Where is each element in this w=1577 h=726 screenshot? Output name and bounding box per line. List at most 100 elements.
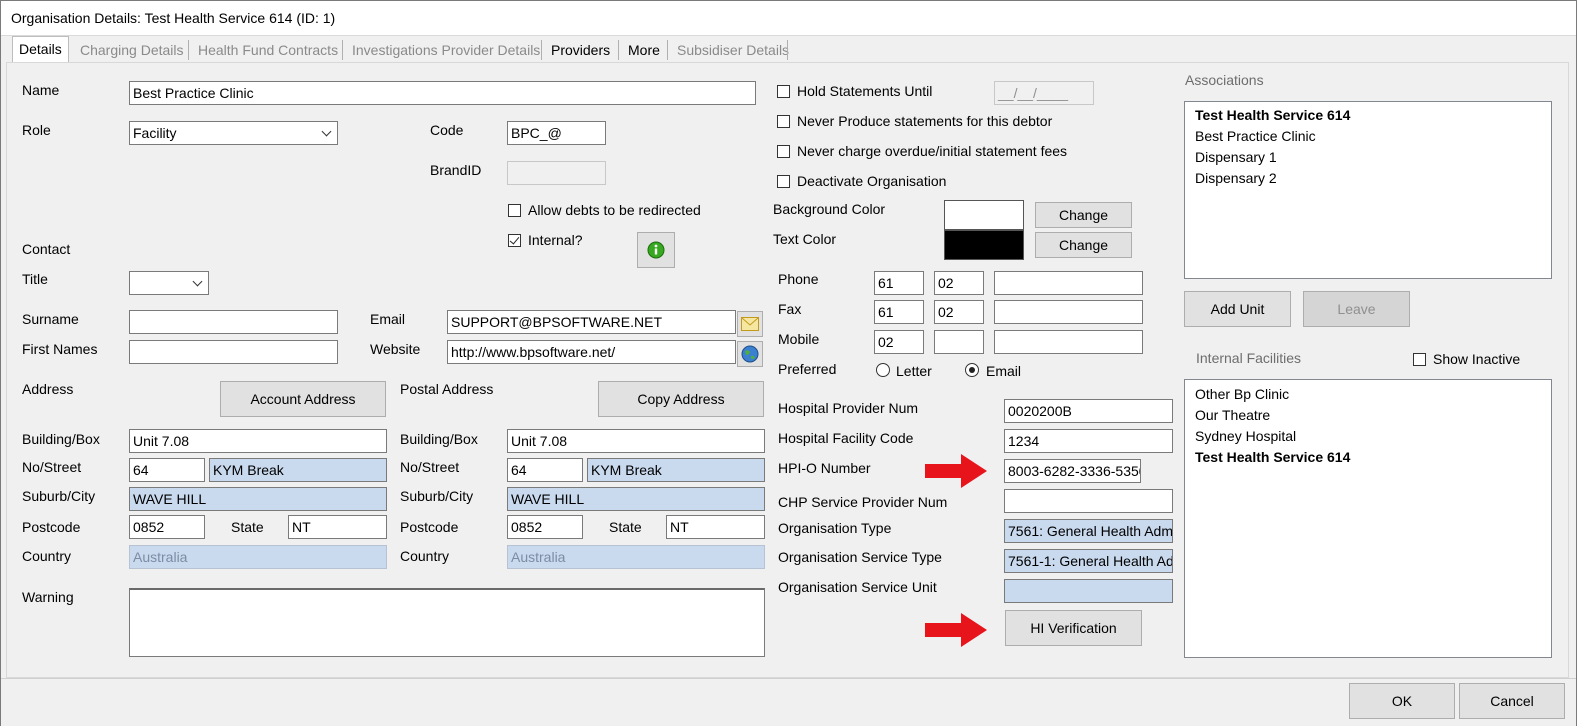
hi-verification-button[interactable]: HI Verification [1005,610,1142,646]
brandid-label: BrandID [430,162,482,178]
list-item[interactable]: Test Health Service 614 [1195,107,1350,123]
show-inactive-checkbox[interactable] [1413,353,1426,366]
never-charge-checkbox[interactable] [777,145,790,158]
mobile-prefix[interactable]: 02 [874,330,924,354]
annotation-arrow-hi-verification [925,613,987,647]
postal-suburb-input[interactable]: WAVE HILL [507,487,765,511]
internal-checkbox[interactable] [508,234,521,247]
account-address-button[interactable]: Account Address [220,381,386,417]
list-item[interactable]: Our Theatre [1195,407,1270,423]
preferred-letter-radio[interactable] [876,363,890,377]
surname-input[interactable] [129,310,338,334]
tab-providers[interactable]: Providers [545,39,616,61]
mobile-area-code[interactable] [934,330,984,354]
organisation-service-unit-input[interactable] [1004,579,1173,603]
never-produce-label: Never Produce statements for this debtor [797,113,1053,129]
never-charge-label: Never charge overdue/initial statement f… [797,143,1068,159]
email-input[interactable]: SUPPORT@BPSOFTWARE.NET [447,310,736,334]
postal-building-input[interactable]: Unit 7.08 [507,429,765,453]
postal-postcode-input[interactable]: 0852 [507,515,583,539]
title-select[interactable] [129,271,209,295]
brandid-input [507,161,606,185]
phone-number-input[interactable] [994,271,1143,295]
hospital-facility-code-input[interactable]: 1234 [1004,429,1173,453]
tab-investigations-provider-details[interactable]: Investigations Provider Details [346,39,546,61]
phone-country-code[interactable]: 61 [874,271,924,295]
hospital-facility-code-label: Hospital Facility Code [778,430,914,446]
organisation-type-input[interactable]: 7561: General Health Admir [1004,519,1173,543]
state-input[interactable]: NT [288,515,387,539]
postal-street-number-input[interactable]: 64 [507,458,583,482]
contact-section-label: Contact [22,241,71,257]
list-item[interactable]: Best Practice Clinic [1195,128,1316,144]
allow-debts-label: Allow debts to be redirected [528,202,701,218]
fax-number-input[interactable] [994,300,1143,324]
street-name-input[interactable]: KYM Break [209,458,387,482]
hpio-number-input[interactable]: 8003-6282-3336-5350 [1004,459,1141,483]
list-item[interactable]: Sydney Hospital [1195,428,1296,444]
internal-facilities-label: Internal Facilities [1196,350,1302,366]
list-item[interactable]: Test Health Service 614 [1195,449,1350,465]
street-number-input[interactable]: 64 [129,458,205,482]
info-button[interactable] [637,232,675,268]
phone-area-code[interactable]: 02 [934,271,984,295]
change-text-color-button[interactable]: Change [1035,232,1132,258]
add-unit-button[interactable]: Add Unit [1184,291,1291,327]
list-item[interactable]: Dispensary 2 [1195,170,1277,186]
fax-country-code[interactable]: 61 [874,300,924,324]
surname-label: Surname [22,311,79,327]
postcode-input[interactable]: 0852 [129,515,205,539]
organisation-service-type-input[interactable]: 7561-1: General Health Adn [1004,549,1173,573]
role-select[interactable]: Facility [129,121,338,145]
change-background-color-button[interactable]: Change [1035,202,1132,228]
tab-details[interactable]: Details [12,36,69,64]
text-color-label: Text Color [773,231,837,247]
tab-separator [618,40,619,60]
name-input[interactable]: Best Practice Clinic [129,81,756,105]
dialog-footer [1,678,1576,726]
open-website-button[interactable] [737,341,763,367]
website-input[interactable]: http://www.bpsoftware.net/ [447,340,736,364]
hold-statements-checkbox[interactable] [777,85,790,98]
associations-list[interactable]: Test Health Service 614 Best Practice Cl… [1184,101,1552,279]
associations-label: Associations [1185,72,1264,88]
warning-textarea[interactable] [129,588,765,657]
list-item[interactable]: Dispensary 1 [1195,149,1277,165]
suburb-input[interactable]: WAVE HILL [129,487,387,511]
email-label: Email [370,311,406,327]
preferred-email-radio[interactable] [965,363,979,377]
name-label: Name [22,82,60,98]
copy-address-button[interactable]: Copy Address [598,381,764,417]
tab-more[interactable]: More [622,39,666,61]
hospital-provider-num-input[interactable]: 0020200B [1004,399,1173,423]
title-bar[interactable]: Organisation Details: Test Health Servic… [1,1,1576,36]
tab-subsidiser-details[interactable]: Subsidiser Details [671,39,795,61]
tab-charging-details[interactable]: Charging Details [74,39,190,61]
first-names-input[interactable] [129,340,338,364]
never-produce-checkbox[interactable] [777,115,790,128]
postal-state-input[interactable]: NT [666,515,765,539]
send-email-button[interactable] [737,311,763,337]
building-input[interactable]: Unit 7.08 [129,429,387,453]
tab-health-fund-contracts[interactable]: Health Fund Contracts [192,39,344,61]
code-input[interactable]: BPC_@ [507,121,606,145]
internal-label: Internal? [528,232,583,248]
mobile-number-input[interactable] [994,330,1143,354]
deactivate-checkbox[interactable] [777,175,790,188]
cancel-button[interactable]: Cancel [1459,683,1565,719]
list-item[interactable]: Other Bp Clinic [1195,386,1289,402]
postal-suburb-label: Suburb/City [400,488,474,504]
allow-debts-checkbox[interactable] [508,204,521,217]
fax-area-code[interactable]: 02 [934,300,984,324]
warning-label: Warning [22,589,74,605]
postal-state-label: State [609,519,642,535]
internal-facilities-list[interactable]: Other Bp Clinic Our Theatre Sydney Hospi… [1184,379,1552,658]
dialog-window: Organisation Details: Test Health Servic… [0,0,1577,726]
building-label: Building/Box [22,431,100,447]
chp-service-provider-input[interactable] [1004,489,1173,513]
leave-button[interactable]: Leave [1303,291,1410,327]
tab-separator [787,40,788,60]
hold-statements-date[interactable]: __/__/____ [994,81,1094,105]
postal-street-name-input[interactable]: KYM Break [587,458,765,482]
ok-button[interactable]: OK [1349,683,1455,719]
